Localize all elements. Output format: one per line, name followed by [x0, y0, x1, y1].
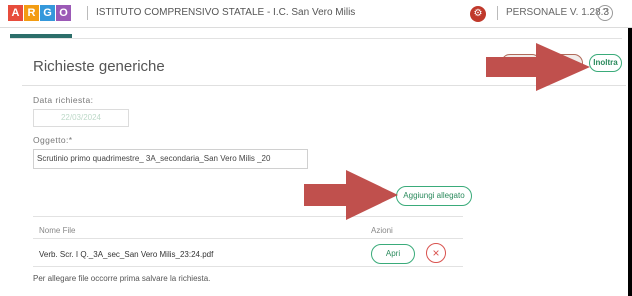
date-field[interactable]: 22/03/2024: [33, 109, 129, 127]
divider: [10, 38, 622, 39]
subject-label: Oggetto:*: [33, 135, 73, 145]
logo-letter: R: [24, 5, 39, 21]
add-attachment-button[interactable]: Aggiungi allegato: [396, 186, 472, 206]
date-label: Data richiesta:: [33, 95, 94, 105]
divider: [33, 266, 463, 267]
attachment-note: Per allegare file occorre prima salvare …: [33, 274, 211, 283]
attachment-filename: Verb. Scr. I Q._3A_sec_San Vero Milis_23…: [39, 250, 214, 259]
page-title: Richieste generiche: [33, 58, 165, 75]
divider: [87, 6, 88, 20]
column-header-filename: Nome File: [39, 226, 76, 235]
argo-logo: A R G O: [8, 5, 72, 21]
column-header-actions: Azioni: [371, 226, 393, 235]
window: A R G O ISTITUTO COMPRENSIVO STATALE - I…: [0, 0, 632, 296]
remove-icon[interactable]: ×: [426, 243, 446, 263]
frame-border: [628, 28, 632, 296]
user-label: PERSONALE V. 1.28.3: [506, 7, 610, 18]
top-bar: A R G O ISTITUTO COMPRENSIVO STATALE - I…: [0, 0, 632, 28]
subject-field[interactable]: Scrutinio primo quadrimestre_ 3A_seconda…: [33, 149, 308, 169]
divider: [497, 6, 498, 20]
help-icon[interactable]: ?: [597, 5, 613, 21]
annotation-arrow: [304, 170, 398, 220]
logo-letter: G: [40, 5, 55, 21]
open-button[interactable]: Apri: [371, 244, 415, 264]
annotation-arrow: [486, 43, 590, 91]
logo-letter: O: [56, 5, 71, 21]
gear-icon[interactable]: ⚙: [470, 6, 486, 22]
school-name: ISTITUTO COMPRENSIVO STATALE - I.C. San …: [96, 7, 356, 18]
divider: [33, 238, 463, 239]
logo-letter: A: [8, 5, 23, 21]
